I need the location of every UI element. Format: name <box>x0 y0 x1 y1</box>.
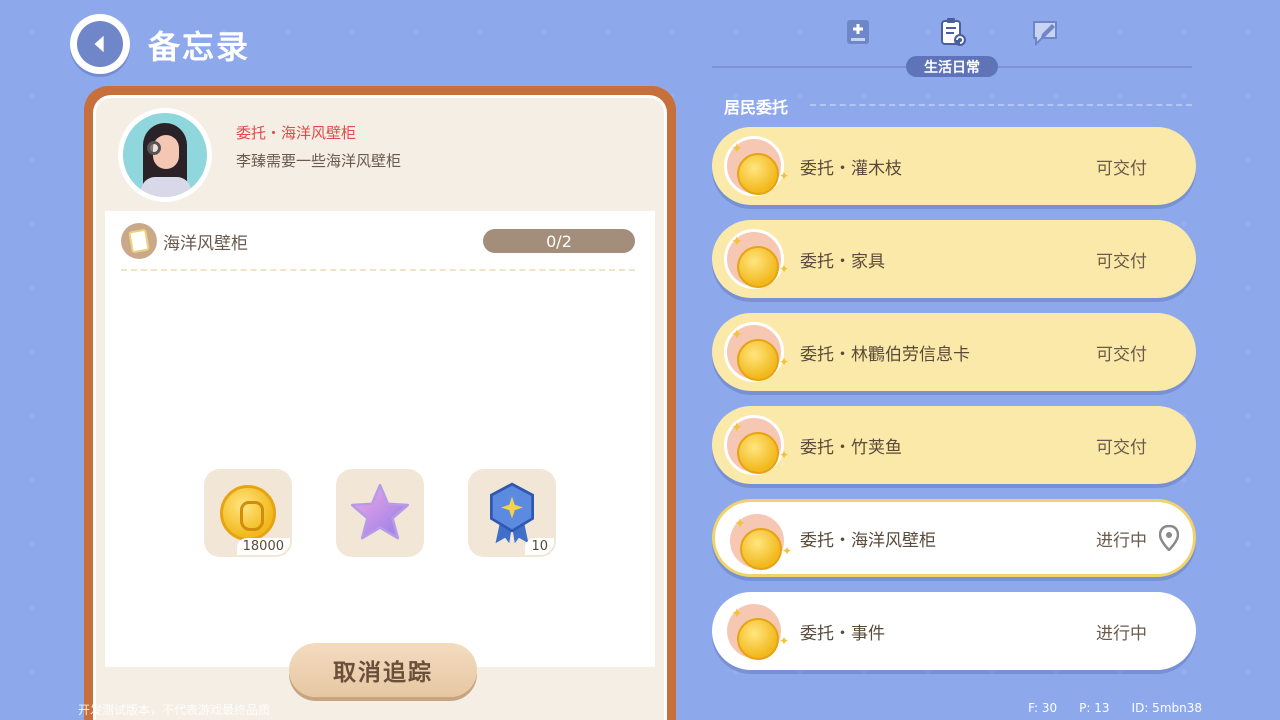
quest-name: 委托・家具 <box>800 251 885 272</box>
quest-status: 可交付 <box>1096 251 1147 272</box>
quest-status: 可交付 <box>1096 437 1147 458</box>
reward-star[interactable] <box>336 469 424 557</box>
quest-item-selected[interactable]: ✦ ✦ 委托・海洋风壁柜 进行中 <box>712 499 1196 577</box>
quest-item[interactable]: ✦ ✦ 委托・竹荚鱼 可交付 <box>712 406 1196 484</box>
acorn-coin-icon: ✦ ✦ <box>724 415 789 475</box>
acorn-coin-icon: ✦ ✦ <box>724 322 789 382</box>
active-tab-label: 生活日常 <box>906 56 998 77</box>
page-title: 备忘录 <box>148 28 251 66</box>
quest-header: 委托・海洋风壁柜 李臻需要一些海洋风壁柜 <box>96 98 664 208</box>
acorn-coin-icon: ✦ ✦ <box>724 229 789 289</box>
quest-status: 进行中 <box>1096 623 1147 644</box>
back-button[interactable] <box>70 14 130 74</box>
divider <box>121 269 635 271</box>
clipboard-refresh-icon <box>941 18 966 46</box>
rewards-list: 18000 10 <box>204 469 556 557</box>
tab-daily-life[interactable] <box>934 14 970 50</box>
acorn-coin-icon: ✦ ✦ <box>724 601 789 661</box>
section-divider <box>810 104 1192 106</box>
quest-name: 委托・竹荚鱼 <box>800 437 902 458</box>
back-arrow-icon <box>77 21 123 67</box>
quest-status: 可交付 <box>1096 344 1147 365</box>
reward-count: 18000 <box>236 538 290 555</box>
blue-badge-icon <box>490 482 534 544</box>
acorn-coin-icon: ✦ ✦ <box>727 511 792 571</box>
ping-readout: P: 13 <box>1079 701 1110 715</box>
quest-name: 委托・海洋风壁柜 <box>800 530 936 551</box>
quest-name: 委托・林鸜伯劳信息卡 <box>800 344 970 365</box>
category-tabs <box>840 14 1064 50</box>
speech-pen-icon <box>1033 21 1057 47</box>
quest-name: 委托・灌木枝 <box>800 158 902 179</box>
debug-stats: F: 30 P: 13 ID: 5mbn38 <box>1028 701 1202 715</box>
quest-detail-inner: 委托・海洋风壁柜 李臻需要一些海洋风壁柜 海洋风壁柜 0/2 18000 10 … <box>93 95 667 720</box>
reward-badge[interactable]: 10 <box>468 469 556 557</box>
quest-body: 海洋风壁柜 0/2 18000 10 <box>105 211 655 667</box>
purple-star-icon <box>350 483 410 540</box>
quest-status: 可交付 <box>1096 158 1147 179</box>
requirement-row: 海洋风壁柜 0/2 <box>121 223 635 259</box>
quest-item[interactable]: ✦ ✦ 委托・事件 进行中 <box>712 592 1196 670</box>
quest-item[interactable]: ✦ ✦ 委托・家具 可交付 <box>712 220 1196 298</box>
quest-description: 李臻需要一些海洋风壁柜 <box>236 152 402 170</box>
reward-coin[interactable]: 18000 <box>204 469 292 557</box>
acorn-coin-icon <box>220 485 276 541</box>
quest-status: 进行中 <box>1096 530 1147 551</box>
quest-detail-panel: 委托・海洋风壁柜 李臻需要一些海洋风壁柜 海洋风壁柜 0/2 18000 10 … <box>84 86 676 720</box>
quest-name: 委托・事件 <box>800 623 885 644</box>
quest-item[interactable]: ✦ ✦ 委托・灌木枝 可交付 <box>712 127 1196 205</box>
section-title: 居民委托 <box>724 98 789 117</box>
tab-chat[interactable] <box>1028 14 1064 50</box>
paper-item-icon <box>121 223 157 259</box>
requirement-progress: 0/2 <box>483 229 635 253</box>
requirement-label: 海洋风壁柜 <box>163 233 248 254</box>
location-pin-icon[interactable] <box>1159 525 1179 551</box>
build-watermark: 开发测试版本，不代表游戏最终品质 <box>78 703 271 717</box>
player-id: ID: 5mbn38 <box>1131 701 1202 715</box>
acorn-coin-icon: ✦ ✦ <box>724 136 789 196</box>
npc-avatar <box>118 108 212 202</box>
cancel-tracking-button[interactable]: 取消追踪 <box>289 643 477 697</box>
fps-readout: F: 30 <box>1028 701 1058 715</box>
reward-count: 10 <box>525 538 554 555</box>
tab-book[interactable] <box>840 14 876 50</box>
book-plus-icon <box>847 20 869 44</box>
quest-item[interactable]: ✦ ✦ 委托・林鸜伯劳信息卡 可交付 <box>712 313 1196 391</box>
quest-title: 委托・海洋风壁柜 <box>236 124 357 142</box>
